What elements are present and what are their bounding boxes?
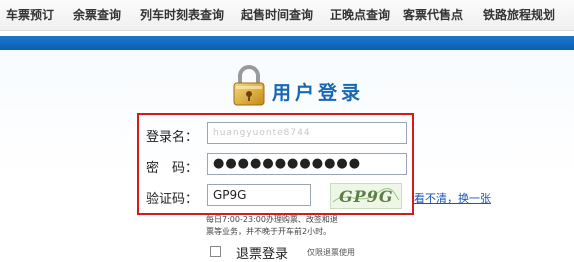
username-label: 登录名：	[146, 130, 199, 145]
captcha-input[interactable]: GP9G	[207, 184, 311, 206]
captcha-refresh-link[interactable]: 看不清，换一张	[414, 190, 491, 206]
nav-item-agency-outlets[interactable]: 客票代售点	[403, 6, 463, 23]
nav-item-on-time-status[interactable]: 正晚点查询	[330, 6, 390, 23]
header-band	[0, 36, 574, 50]
lock-icon	[231, 64, 267, 106]
password-input[interactable]: ●●●●●●●●●●●●	[207, 153, 407, 175]
nav-item-remaining-tickets[interactable]: 余票查询	[73, 6, 121, 23]
service-hours-hint-line1: 每日7:00-23:00办理购票、改签和退	[206, 215, 338, 224]
top-nav-bar: 车票预订 余票查询 列车时刻表查询 起售时间查询 正晚点查询 客票代售点 铁路旅…	[0, 0, 574, 31]
captcha-image-text: GP9G	[339, 187, 394, 206]
nav-item-sale-time[interactable]: 起售时间查询	[241, 6, 313, 23]
nav-item-ticket-booking[interactable]: 车票预订	[6, 6, 54, 23]
refund-login-checkbox[interactable]	[210, 246, 221, 257]
refund-login-note: 仅限退票使用	[307, 248, 355, 257]
username-input[interactable]: huangyuonte8744	[207, 122, 407, 144]
captcha-image[interactable]: GP9G	[330, 183, 402, 209]
refund-login-label[interactable]: 退票登录	[236, 243, 288, 262]
nav-item-timetable[interactable]: 列车时刻表查询	[140, 6, 224, 23]
service-hours-hint-line2: 票等业务，并不晚于开车前2小时。	[206, 227, 332, 236]
page-title: 用户登录	[272, 82, 365, 104]
nav-item-trip-planner[interactable]: 铁路旅程规划	[483, 6, 555, 23]
password-label: 密 码：	[146, 161, 199, 176]
captcha-label: 验证码：	[146, 192, 199, 207]
